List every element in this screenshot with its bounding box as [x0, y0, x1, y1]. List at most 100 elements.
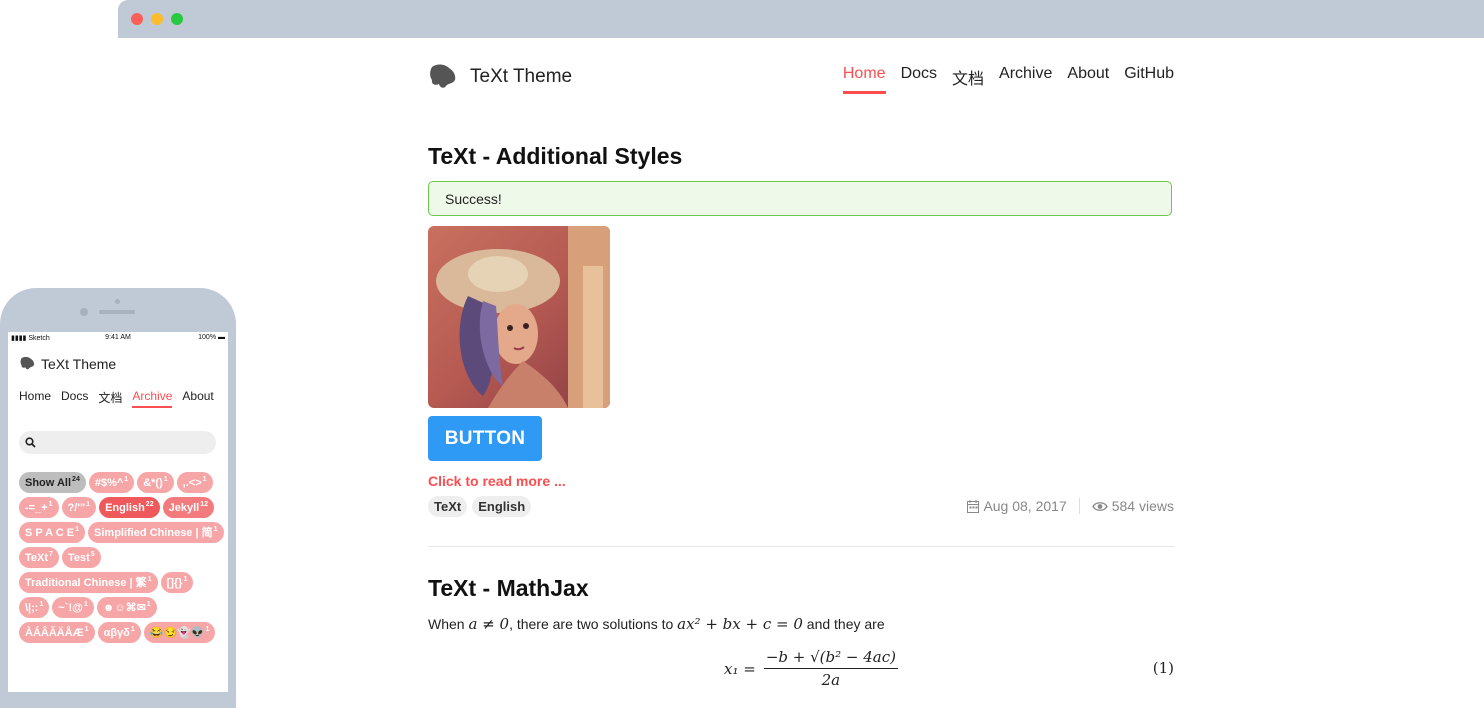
nav-docs[interactable]: Docs [61, 389, 88, 408]
tag-filter-button[interactable]: TeXt7 [19, 547, 59, 568]
phone-sensor [115, 299, 120, 304]
tag-filter-button[interactable]: ,.<>1 [176, 472, 213, 493]
tag-label: []{} [166, 577, 183, 589]
nav-archive[interactable]: Archive [132, 389, 173, 408]
nav-home[interactable]: Home [19, 389, 51, 408]
tag-count: 22 [145, 501, 154, 508]
tag-count: 1 [48, 501, 53, 508]
primary-button[interactable]: BUTTON [428, 416, 542, 461]
math-inline: ax² + bx + c = 0 [677, 615, 803, 633]
site-logo-icon[interactable] [20, 356, 35, 370]
tag-filter-button[interactable]: αβγδ1 [97, 622, 141, 643]
nav-about[interactable]: About [1067, 65, 1109, 94]
tag-filter-button[interactable]: ÀÁÂÃÄÅÆ1 [19, 622, 95, 643]
post-image [428, 226, 610, 408]
tag-count: 1 [202, 476, 207, 483]
equation-fraction: −b + √(b² − 4ac) 2a [763, 648, 898, 686]
window-maximize-button[interactable] [171, 13, 183, 25]
status-time: 9:41 AM [105, 334, 131, 341]
tag-cloud: Show All24 #$%^1 &*()1 ,.<>1 -=_+1 ?/'"1 Engli… [19, 472, 224, 643]
tag-label: &*() [143, 477, 163, 489]
tag-filter-button[interactable]: &*()1 [137, 472, 174, 493]
site-title[interactable]: TeXt Theme [41, 356, 116, 372]
tag-filter-button[interactable]: Simplified Chinese | 简1 [88, 522, 224, 543]
post-title-mathjax[interactable]: TeXt - MathJax [428, 575, 589, 602]
tag-filter-button[interactable]: ?/'"1 [61, 497, 97, 518]
tag-label: Show All [25, 477, 72, 489]
page-content: TeXt Theme Home Docs 文档 Archive About Gi… [428, 38, 1174, 686]
post-title[interactable]: TeXt - Additional Styles [428, 143, 682, 170]
phone-screen: ▮▮▮▮ Sketch 9:41 AM 100% ▬ TeXt Theme Ho… [8, 332, 228, 692]
tag-label: ☻☺⌘✉ [102, 602, 146, 614]
nav-docs-zh[interactable]: 文档 [98, 389, 122, 408]
nav-docs[interactable]: Docs [901, 65, 937, 94]
tag-label: 😂😏👻👽 [149, 627, 205, 639]
post-tags: TeXt English [428, 496, 532, 517]
nav-docs-zh[interactable]: 文档 [952, 65, 984, 94]
nav-about[interactable]: About [182, 389, 213, 408]
tag-count: 1 [163, 476, 168, 483]
tag-label: #$%^ [94, 477, 124, 489]
math-inline: a ≠ 0 [468, 615, 510, 633]
search-input[interactable] [19, 431, 216, 454]
tag-count: 1 [213, 526, 218, 533]
site-header: TeXt Theme Home Docs 文档 Archive About Gi… [428, 38, 1174, 118]
tag-english[interactable]: English [472, 496, 532, 517]
tag-filter-button[interactable]: English22 [99, 497, 160, 518]
tag-filter-button[interactable]: #$%^1 [88, 472, 135, 493]
tag-filter-button[interactable]: -=_+1 [19, 497, 59, 518]
tag-text[interactable]: TeXt [428, 496, 468, 517]
math-display-equation: x₁ = −b + √(b² − 4ac) 2a [724, 648, 898, 686]
tag-filter-button[interactable]: Traditional Chinese | 繁1 [19, 572, 158, 593]
nav-archive[interactable]: Archive [999, 65, 1052, 94]
tag-filter-button[interactable]: Jekyll12 [162, 497, 214, 518]
site-logo-icon[interactable] [429, 63, 457, 89]
search-icon [25, 437, 36, 448]
tag-label: ?/'" [67, 502, 86, 514]
tag-filter-button[interactable]: S P A C E1 [19, 522, 86, 543]
equation-denominator: 2a [821, 671, 841, 686]
tag-count: 12 [200, 501, 208, 508]
post-excerpt: When a ≠ 0, there are two solutions to a… [428, 615, 885, 633]
tag-label: ~`!@ [58, 602, 83, 614]
tag-count: 1 [130, 626, 135, 633]
status-bar: ▮▮▮▮ Sketch 9:41 AM 100% ▬ [8, 332, 228, 344]
tag-count: 5 [90, 551, 95, 558]
read-more-link[interactable]: Click to read more ... [428, 473, 566, 489]
tag-filter-button[interactable]: ~`!@1 [52, 597, 94, 618]
equation-numerator: −b + √(b² − 4ac) [763, 648, 898, 669]
equation-number: (1) [1152, 659, 1174, 677]
window-close-button[interactable] [131, 13, 143, 25]
phone-speaker [99, 310, 135, 314]
tag-label: English [105, 502, 145, 514]
site-title[interactable]: TeXt Theme [470, 66, 572, 88]
success-alert: Success! [428, 181, 1172, 216]
tag-count: 7 [49, 551, 53, 558]
tag-count: 1 [205, 626, 210, 633]
tag-filter-button[interactable]: \|;:1 [19, 597, 50, 618]
tag-count: 1 [75, 526, 80, 533]
tag-filter-button[interactable]: []{}1 [160, 572, 194, 593]
tag-filter-button[interactable]: 😂😏👻👽1 [143, 622, 216, 643]
eye-icon [1091, 501, 1108, 511]
tag-label: TeXt [25, 552, 49, 564]
main-nav: Home Docs 文档 Archive About GitHub [842, 65, 1174, 94]
tag-label: Traditional Chinese | 繁 [25, 577, 147, 589]
calendar-icon [967, 499, 980, 513]
nav-github[interactable]: GitHub [1124, 65, 1174, 94]
post-date: Aug 08, 2017 [983, 498, 1067, 514]
tag-label: \|;: [25, 602, 39, 614]
browser-titlebar [118, 0, 1484, 38]
tag-count: 1 [86, 501, 91, 508]
nav-home[interactable]: Home [842, 65, 886, 94]
tag-count: 1 [183, 576, 188, 583]
tag-filter-button[interactable]: Test5 [61, 547, 101, 568]
tag-label: Simplified Chinese | 简 [94, 527, 213, 539]
tag-count: 24 [72, 476, 80, 483]
tag-filter-button[interactable]: ☻☺⌘✉1 [96, 597, 157, 618]
window-minimize-button[interactable] [151, 13, 163, 25]
tag-filter-button[interactable]: Show All24 [19, 472, 86, 493]
tag-label: -=_+ [25, 502, 48, 514]
post-views: 584 views [1111, 498, 1174, 514]
meta-divider [1078, 498, 1080, 514]
